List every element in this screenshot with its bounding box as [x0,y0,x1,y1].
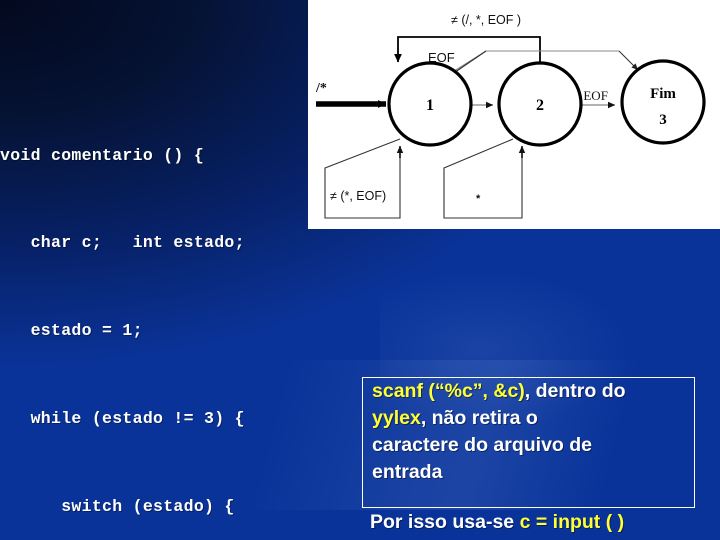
edge-label-self-loop-state2: * [476,193,481,205]
edge-self-loop-state1 [324,138,404,219]
state-node-1-label: 1 [426,97,434,114]
footer-prefix: Por isso usa-se [370,511,520,533]
state-node-fim[interactable]: Fim 3 [620,59,706,145]
callout-line-2: yylex, não retira o [372,405,694,432]
callout-text: scanf (“%c”, &c), dentro do yylex, não r… [372,378,694,486]
state-node-2-label: 2 [536,97,544,114]
slide-canvas: void comentario () { char c; int estado;… [0,0,720,540]
callout-code-scanf: scanf (“%c”, &c) [372,380,525,402]
edge-label-start: /* [315,81,327,96]
edge-self-loop-state2 [443,138,526,219]
edge-top-loop-state2-to-state1 [394,36,541,63]
edge-label-top-loop: ≠ (/, *, EOF ) [451,13,521,27]
state-node-2[interactable]: 2 [497,61,583,147]
state-diagram-panel: ≠ (/, *, EOF ) EOF /* * / , EOF [308,0,720,229]
state-node-1[interactable]: 1 [387,61,473,147]
state-diagram: ≠ (/, *, EOF ) EOF /* * / , EOF [315,13,706,219]
callout-line-1-tail: , dentro do [524,380,626,402]
edge-label-self-loop-state1: ≠ (*, EOF) [330,189,386,203]
callout-code-yylex: yylex [372,407,421,429]
callout-line-3: caractere do arquivo de [372,434,593,456]
code-line: estado = 1; [0,321,143,341]
footer-highlight: c = input ( ) [519,511,625,533]
state-node-fim-sublabel: 3 [659,112,667,128]
code-line: char c; int estado; [0,233,245,253]
callout-line-1: scanf (“%c”, &c), dentro do [372,378,694,405]
footer-note: Por isso usa-se c = input ( ) [370,511,720,534]
callout-line-2-tail: , não retira o [420,407,538,429]
state-node-fim-label: Fim [650,86,676,102]
callout-line-4: entrada [372,461,443,483]
